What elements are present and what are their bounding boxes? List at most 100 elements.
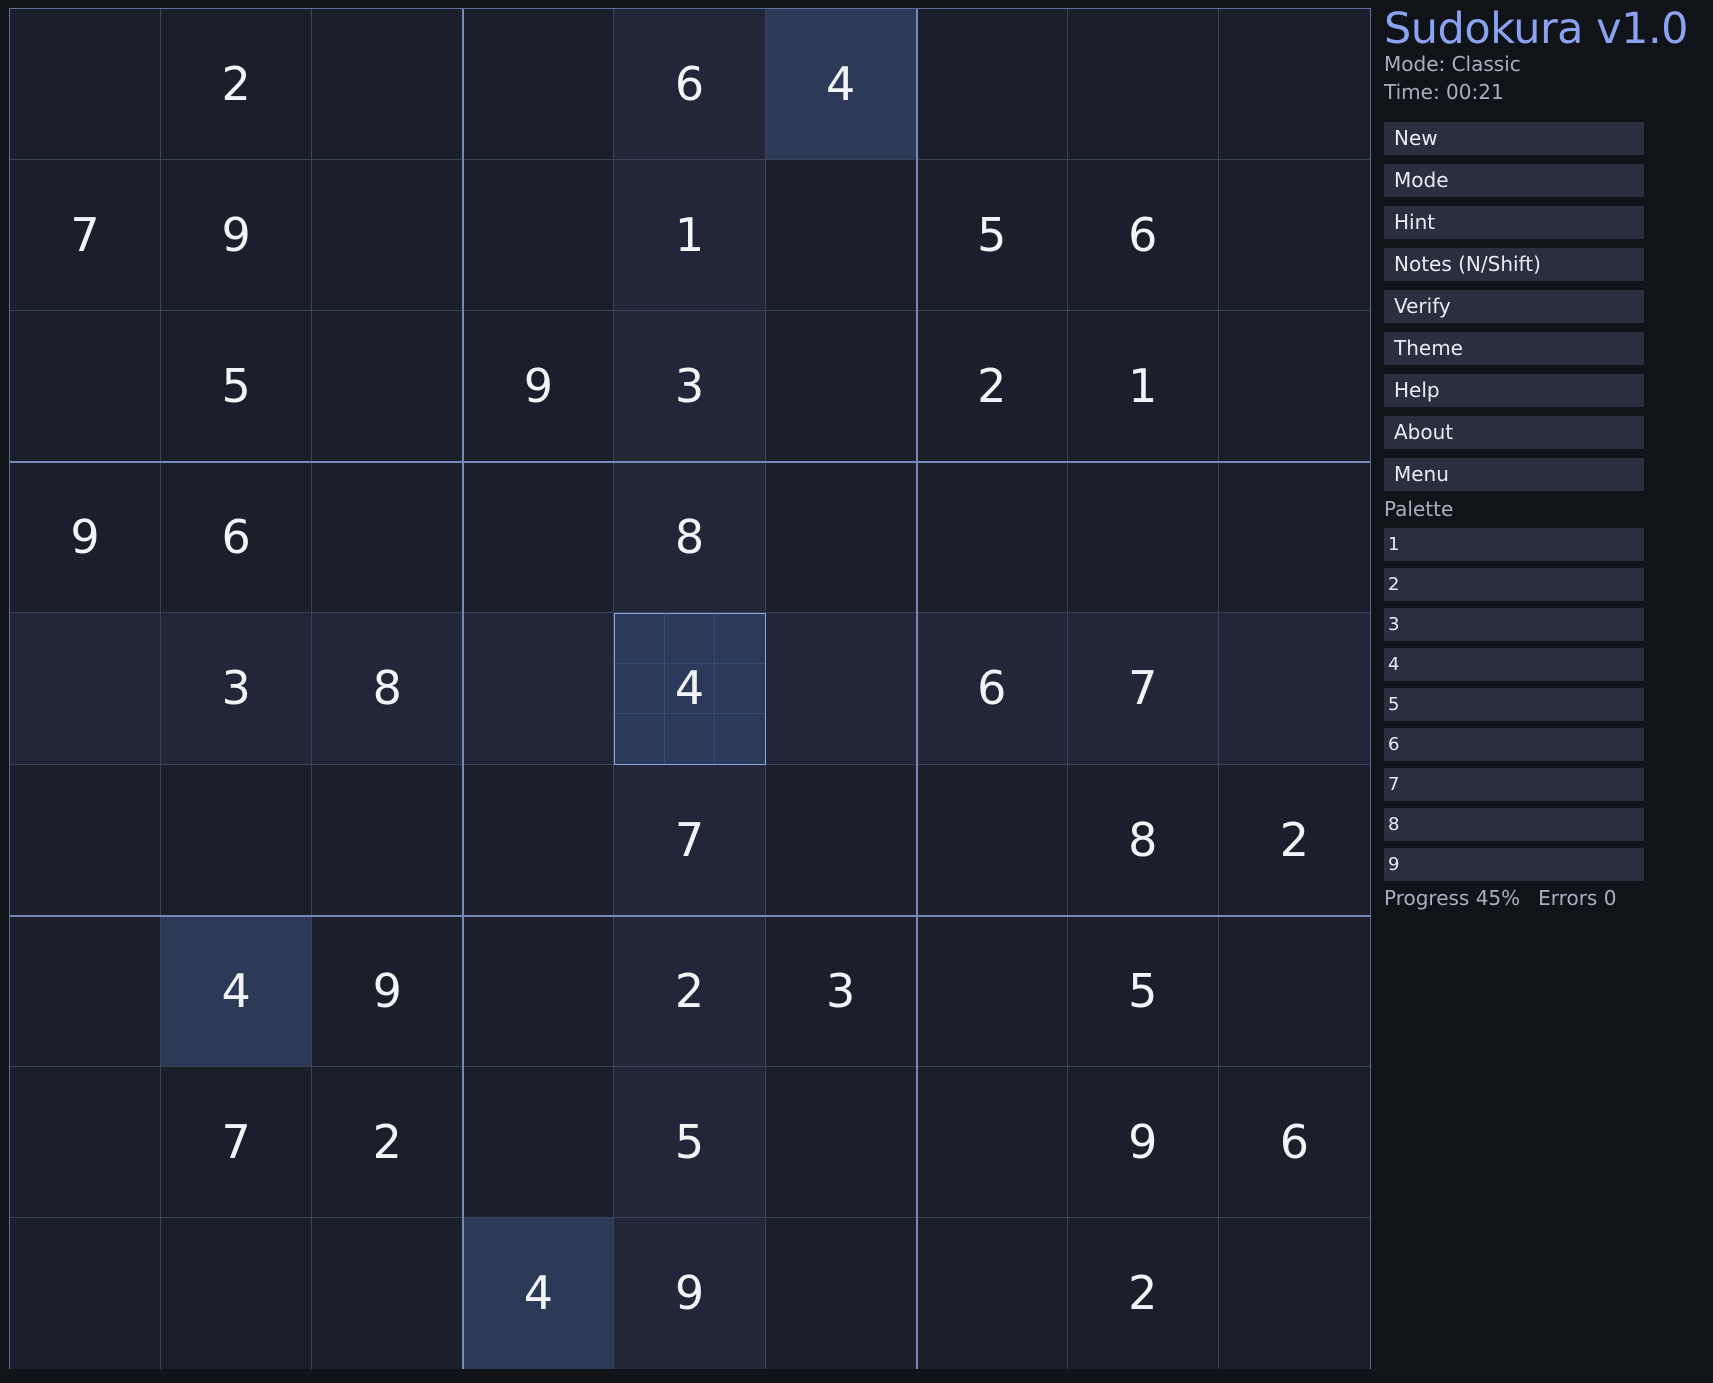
cell-r7-c3[interactable]: 9 — [312, 915, 464, 1067]
cell-r1-c8[interactable] — [1067, 9, 1219, 161]
cell-r8-c4[interactable] — [463, 1066, 615, 1218]
cell-r2-c4[interactable] — [463, 160, 615, 312]
cell-r8-c8[interactable]: 9 — [1067, 1066, 1219, 1218]
cell-r3-c2[interactable]: 5 — [161, 311, 313, 463]
cell-r5-c8[interactable]: 7 — [1067, 613, 1219, 765]
cell-r9-c4[interactable]: 4 — [463, 1217, 615, 1369]
palette-digit-9[interactable]: 9 — [1384, 848, 1644, 881]
cell-r3-c6[interactable] — [765, 311, 917, 463]
cell-r7-c7[interactable] — [916, 915, 1068, 1067]
help-button[interactable]: Help — [1384, 374, 1644, 407]
cell-r9-c8[interactable]: 2 — [1067, 1217, 1219, 1369]
cell-r1-c3[interactable] — [312, 9, 464, 161]
menu-button[interactable]: Menu — [1384, 458, 1644, 491]
cell-r9-c6[interactable] — [765, 1217, 917, 1369]
cell-r4-c2[interactable]: 6 — [161, 462, 313, 614]
cell-r1-c2[interactable]: 2 — [161, 9, 313, 161]
theme-button[interactable]: Theme — [1384, 332, 1644, 365]
cell-r2-c6[interactable] — [765, 160, 917, 312]
cell-r8-c9[interactable]: 6 — [1218, 1066, 1370, 1218]
cell-r5-c7[interactable]: 6 — [916, 613, 1068, 765]
cell-r5-c3[interactable]: 8 — [312, 613, 464, 765]
cell-r8-c3[interactable]: 2 — [312, 1066, 464, 1218]
cell-r3-c1[interactable] — [10, 311, 162, 463]
cell-r5-c1[interactable] — [10, 613, 162, 765]
cell-r2-c3[interactable] — [312, 160, 464, 312]
mode-button[interactable]: Mode — [1384, 164, 1644, 197]
cell-r1-c5[interactable]: 6 — [614, 9, 766, 161]
cell-r6-c8[interactable]: 8 — [1067, 764, 1219, 916]
cell-r7-c1[interactable] — [10, 915, 162, 1067]
notes-button[interactable]: Notes (N/Shift) — [1384, 248, 1644, 281]
cell-r1-c6[interactable]: 4 — [765, 9, 917, 161]
cell-r2-c8[interactable]: 6 — [1067, 160, 1219, 312]
cell-r6-c1[interactable] — [10, 764, 162, 916]
cell-r5-c4[interactable] — [463, 613, 615, 765]
cell-r3-c5[interactable]: 3 — [614, 311, 766, 463]
new-button[interactable]: New — [1384, 122, 1644, 155]
cell-r6-c6[interactable] — [765, 764, 917, 916]
palette-digit-2[interactable]: 2 — [1384, 568, 1644, 601]
cell-r6-c7[interactable] — [916, 764, 1068, 916]
cell-r9-c5[interactable]: 9 — [614, 1217, 766, 1369]
cell-r3-c3[interactable] — [312, 311, 464, 463]
palette-digit-5[interactable]: 5 — [1384, 688, 1644, 721]
cell-r7-c4[interactable] — [463, 915, 615, 1067]
palette-digit-7[interactable]: 7 — [1384, 768, 1644, 801]
cell-r3-c4[interactable]: 9 — [463, 311, 615, 463]
cell-r2-c5[interactable]: 1 — [614, 160, 766, 312]
cell-r2-c7[interactable]: 5 — [916, 160, 1068, 312]
cell-r5-c6[interactable] — [765, 613, 917, 765]
cell-r4-c8[interactable] — [1067, 462, 1219, 614]
cell-r6-c4[interactable] — [463, 764, 615, 916]
cell-r4-c4[interactable] — [463, 462, 615, 614]
cell-r9-c7[interactable] — [916, 1217, 1068, 1369]
cell-r6-c2[interactable] — [161, 764, 313, 916]
cell-r4-c1[interactable]: 9 — [10, 462, 162, 614]
cell-r4-c9[interactable] — [1218, 462, 1370, 614]
cell-r9-c3[interactable] — [312, 1217, 464, 1369]
cell-r7-c9[interactable] — [1218, 915, 1370, 1067]
cell-r1-c9[interactable] — [1218, 9, 1370, 161]
cell-r1-c1[interactable] — [10, 9, 162, 161]
cell-r6-c3[interactable] — [312, 764, 464, 916]
palette-digit-3[interactable]: 3 — [1384, 608, 1644, 641]
palette-digit-8[interactable]: 8 — [1384, 808, 1644, 841]
sudoku-app: 2 6 4 7 9 1 5 6 5 9 3 2 1 9 6 8 3 8 4 6 7 7 8 2 4 9 2 3 5 7 2 5 9 6 4 9 2 Su… — [0, 0, 1713, 1383]
cell-r9-c1[interactable] — [10, 1217, 162, 1369]
hint-button[interactable]: Hint — [1384, 206, 1644, 239]
cell-r1-c4[interactable] — [463, 9, 615, 161]
cell-r8-c1[interactable] — [10, 1066, 162, 1218]
cell-r4-c7[interactable] — [916, 462, 1068, 614]
cell-r1-c7[interactable] — [916, 9, 1068, 161]
cell-r4-c3[interactable] — [312, 462, 464, 614]
cell-r8-c7[interactable] — [916, 1066, 1068, 1218]
palette-digit-6[interactable]: 6 — [1384, 728, 1644, 761]
cell-r7-c5[interactable]: 2 — [614, 915, 766, 1067]
cell-r5-c9[interactable] — [1218, 613, 1370, 765]
cell-r8-c6[interactable] — [765, 1066, 917, 1218]
cell-r5-c2[interactable]: 3 — [161, 613, 313, 765]
palette-digit-1[interactable]: 1 — [1384, 528, 1644, 561]
cell-r9-c9[interactable] — [1218, 1217, 1370, 1369]
cell-r8-c2[interactable]: 7 — [161, 1066, 313, 1218]
verify-button[interactable]: Verify — [1384, 290, 1644, 323]
cell-r4-c6[interactable] — [765, 462, 917, 614]
cell-r7-c2[interactable]: 4 — [161, 915, 313, 1067]
cell-r5-c5[interactable]: 4 — [614, 613, 766, 765]
cell-r2-c9[interactable] — [1218, 160, 1370, 312]
cell-r2-c1[interactable]: 7 — [10, 160, 162, 312]
cell-r3-c7[interactable]: 2 — [916, 311, 1068, 463]
cell-r4-c5[interactable]: 8 — [614, 462, 766, 614]
cell-r2-c2[interactable]: 9 — [161, 160, 313, 312]
palette-digit-4[interactable]: 4 — [1384, 648, 1644, 681]
cell-r6-c5[interactable]: 7 — [614, 764, 766, 916]
cell-r8-c5[interactable]: 5 — [614, 1066, 766, 1218]
cell-r7-c8[interactable]: 5 — [1067, 915, 1219, 1067]
about-button[interactable]: About — [1384, 416, 1644, 449]
cell-r6-c9[interactable]: 2 — [1218, 764, 1370, 916]
cell-r3-c8[interactable]: 1 — [1067, 311, 1219, 463]
cell-r3-c9[interactable] — [1218, 311, 1370, 463]
cell-r9-c2[interactable] — [161, 1217, 313, 1369]
cell-r7-c6[interactable]: 3 — [765, 915, 917, 1067]
